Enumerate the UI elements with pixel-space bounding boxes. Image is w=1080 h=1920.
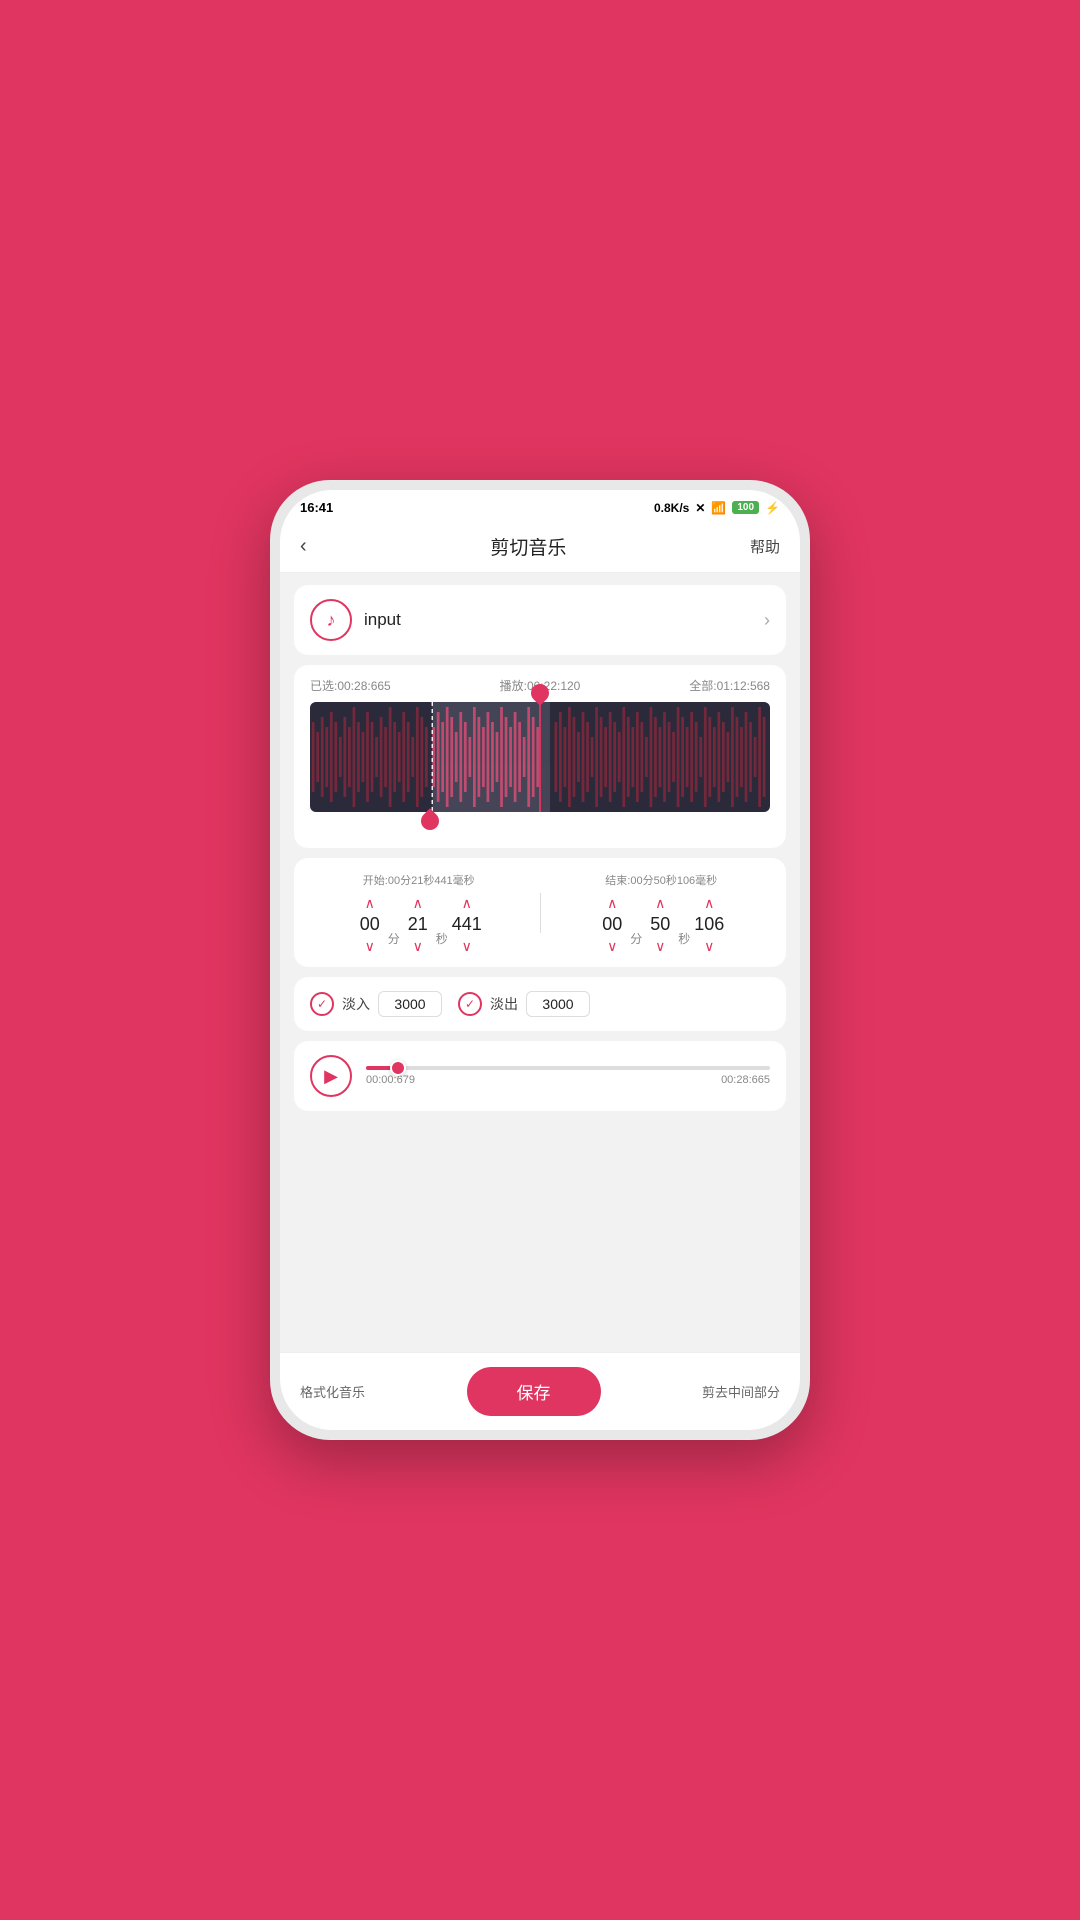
bottom-bar: 格式化音乐 保存 剪去中间部分 xyxy=(280,1352,800,1430)
start-sec-unit: 秒 xyxy=(436,930,448,953)
content-area: ♪ input › 已选:00:28:665 播放:00:22:120 全部:0… xyxy=(280,573,800,1352)
music-icon: ♪ xyxy=(310,599,352,641)
waveform-card: 已选:00:28:665 播放:00:22:120 全部:01:12:568 xyxy=(294,665,786,848)
start-min-up[interactable]: ∧ xyxy=(365,896,375,910)
start-minutes-value: 00 xyxy=(356,914,384,935)
fade-out-label: 淡出 xyxy=(490,994,518,1014)
start-min-unit: 分 xyxy=(388,930,400,953)
total-time: 全部:01:12:568 xyxy=(689,677,770,694)
file-name: input xyxy=(364,610,401,630)
play-button[interactable]: ▶ xyxy=(310,1055,352,1097)
signal-icon: ✕ xyxy=(695,501,705,515)
end-time-label: 结束:00分50秒106毫秒 xyxy=(553,872,771,888)
fade-in-input[interactable] xyxy=(378,991,442,1017)
player-timestamps: 00:00:679 00:28:665 xyxy=(366,1074,770,1086)
fade-in-item: ✓ 淡入 xyxy=(310,991,442,1017)
top-pin[interactable] xyxy=(531,684,549,702)
time-editor-card: 开始:00分21秒441毫秒 ∧ 00 ∨ 分 ∧ 21 ∨ xyxy=(294,858,786,967)
end-sec-unit: 秒 xyxy=(678,930,690,953)
help-button[interactable]: 帮助 xyxy=(750,536,780,557)
end-ms-down[interactable]: ∨ xyxy=(704,939,714,953)
waveform-area xyxy=(310,702,770,812)
file-selector-card: ♪ input › xyxy=(294,585,786,655)
end-ms-col: ∧ 106 ∨ xyxy=(694,896,724,953)
player-card: ▶ 00:00:679 00:28:665 xyxy=(294,1041,786,1111)
current-time: 00:00:679 xyxy=(366,1074,415,1086)
player-row: ▶ 00:00:679 00:28:665 xyxy=(310,1055,770,1097)
end-time-section: 结束:00分50秒106毫秒 ∧ 00 ∨ 分 ∧ 50 ∨ xyxy=(553,872,771,953)
network-speed: 0.8K/s xyxy=(654,501,689,515)
trim-middle-button[interactable]: 剪去中间部分 xyxy=(702,1382,780,1401)
bottom-pin[interactable] xyxy=(421,812,439,830)
music-note-icon: ♪ xyxy=(327,610,336,631)
start-time-section: 开始:00分21秒441毫秒 ∧ 00 ∨ 分 ∧ 21 ∨ xyxy=(310,872,528,953)
start-ms-down[interactable]: ∨ xyxy=(462,939,472,953)
time-editor: 开始:00分21秒441毫秒 ∧ 00 ∨ 分 ∧ 21 ∨ xyxy=(310,872,770,953)
top-bar: ‹ 剪切音乐 帮助 xyxy=(280,521,800,573)
end-min-down[interactable]: ∨ xyxy=(607,939,617,953)
end-min-up[interactable]: ∧ xyxy=(607,896,617,910)
fade-in-label: 淡入 xyxy=(342,994,370,1014)
start-ms-up[interactable]: ∧ xyxy=(462,896,472,910)
chevron-right-icon: › xyxy=(764,610,770,631)
start-time-controls: ∧ 00 ∨ 分 ∧ 21 ∨ 秒 xyxy=(310,896,528,953)
file-info: ♪ input xyxy=(310,599,401,641)
start-seconds-value: 21 xyxy=(404,914,432,935)
slider-track[interactable] xyxy=(366,1066,770,1070)
play-icon: ▶ xyxy=(324,1066,338,1087)
end-ms-value: 106 xyxy=(694,914,724,935)
file-selector[interactable]: ♪ input › xyxy=(310,599,770,641)
fade-controls: ✓ 淡入 ✓ 淡出 xyxy=(310,991,770,1017)
end-minutes-value: 00 xyxy=(598,914,626,935)
status-bar: 16:41 0.8K/s ✕ 📶 100 ⚡ xyxy=(280,490,800,521)
page-title: 剪切音乐 xyxy=(490,533,566,560)
start-sec-down[interactable]: ∨ xyxy=(413,939,423,953)
status-right: 0.8K/s ✕ 📶 100 ⚡ xyxy=(654,501,780,515)
start-time-label: 开始:00分21秒441毫秒 xyxy=(310,872,528,888)
player-slider: 00:00:679 00:28:665 xyxy=(366,1066,770,1086)
fade-out-input[interactable] xyxy=(526,991,590,1017)
status-time: 16:41 xyxy=(300,500,333,515)
end-sec-up[interactable]: ∧ xyxy=(655,896,665,910)
fade-out-check[interactable]: ✓ xyxy=(458,992,482,1016)
back-button[interactable]: ‹ xyxy=(300,535,307,558)
time-divider xyxy=(540,893,541,933)
end-sec-down[interactable]: ∨ xyxy=(655,939,665,953)
waveform-svg xyxy=(310,702,770,812)
phone-frame: 16:41 0.8K/s ✕ 📶 100 ⚡ ‹ 剪切音乐 帮助 xyxy=(270,480,810,1440)
end-seconds-value: 50 xyxy=(646,914,674,935)
start-ms-value: 441 xyxy=(452,914,482,935)
start-minutes-col: ∧ 00 ∨ xyxy=(356,896,384,953)
end-ms-up[interactable]: ∧ xyxy=(704,896,714,910)
waveform-display[interactable] xyxy=(310,702,770,812)
battery-icon: 100 xyxy=(732,501,759,514)
end-time-controls: ∧ 00 ∨ 分 ∧ 50 ∨ 秒 xyxy=(553,896,771,953)
selected-time: 已选:00:28:665 xyxy=(310,677,391,694)
start-ms-col: ∧ 441 ∨ xyxy=(452,896,482,953)
fade-card: ✓ 淡入 ✓ 淡出 xyxy=(294,977,786,1031)
start-seconds-col: ∧ 21 ∨ xyxy=(404,896,432,953)
phone-screen: 16:41 0.8K/s ✕ 📶 100 ⚡ ‹ 剪切音乐 帮助 xyxy=(280,490,800,1430)
slider-thumb[interactable] xyxy=(390,1060,406,1076)
end-minutes-col: ∧ 00 ∨ xyxy=(598,896,626,953)
start-min-down[interactable]: ∨ xyxy=(365,939,375,953)
end-min-unit: 分 xyxy=(630,930,642,953)
charging-icon: ⚡ xyxy=(765,501,780,515)
fade-in-check[interactable]: ✓ xyxy=(310,992,334,1016)
total-duration: 00:28:665 xyxy=(721,1074,770,1086)
save-button[interactable]: 保存 xyxy=(467,1367,601,1416)
fade-out-item: ✓ 淡出 xyxy=(458,991,590,1017)
format-music-button[interactable]: 格式化音乐 xyxy=(300,1382,365,1401)
wifi-icon: 📶 xyxy=(711,501,726,515)
start-sec-up[interactable]: ∧ xyxy=(413,896,423,910)
end-seconds-col: ∧ 50 ∨ xyxy=(646,896,674,953)
